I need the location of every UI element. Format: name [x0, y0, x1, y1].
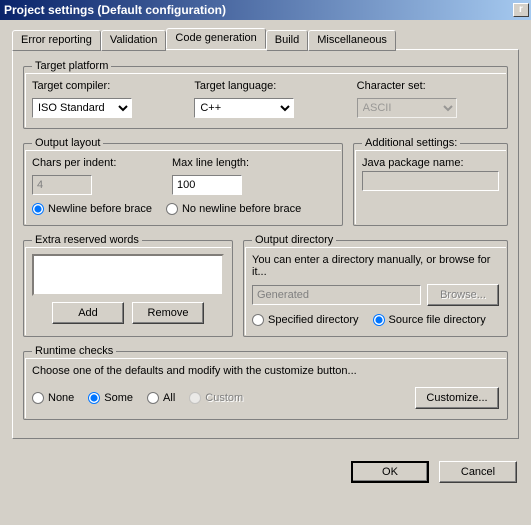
max-line-length-label: Max line length:	[172, 157, 334, 169]
runtime-checks-group: Runtime checks Choose one of the default…	[23, 345, 508, 420]
dialog-body: Error reporting Validation Code generati…	[0, 20, 531, 449]
runtime-some-radio[interactable]: Some	[88, 392, 133, 404]
tab-miscellaneous[interactable]: Miscellaneous	[308, 30, 396, 51]
target-language-select[interactable]: C++	[194, 98, 294, 118]
source-file-directory-radio[interactable]: Source file directory	[373, 314, 486, 326]
browse-button: Browse...	[427, 284, 499, 306]
customize-button[interactable]: Customize...	[415, 387, 499, 409]
java-package-input	[362, 171, 499, 191]
extra-reserved-words-legend: Extra reserved words	[32, 234, 142, 246]
output-layout-legend: Output layout	[32, 137, 103, 149]
target-compiler-label: Target compiler:	[32, 80, 174, 92]
tab-build[interactable]: Build	[266, 30, 308, 51]
ok-button[interactable]: OK	[351, 461, 429, 483]
tab-code-generation[interactable]: Code generation	[166, 28, 265, 49]
output-directory-group: Output directory You can enter a directo…	[243, 234, 508, 337]
add-button[interactable]: Add	[52, 302, 124, 324]
chars-per-indent-label: Chars per indent:	[32, 157, 142, 169]
runtime-checks-desc: Choose one of the defaults and modify wi…	[32, 365, 499, 377]
close-button[interactable]: r	[513, 3, 529, 17]
additional-settings-legend: Additional settings:	[362, 137, 460, 149]
cancel-button[interactable]: Cancel	[439, 461, 517, 483]
tab-strip: Error reporting Validation Code generati…	[12, 29, 519, 50]
dialog-footer: OK Cancel	[0, 449, 531, 495]
window-title: Project settings (Default configuration)	[4, 3, 226, 17]
output-directory-hint: You can enter a directory manually, or b…	[252, 254, 499, 278]
runtime-none-radio[interactable]: None	[32, 392, 74, 404]
java-package-label: Java package name:	[362, 157, 499, 169]
character-set-select: ASCII	[357, 98, 457, 118]
remove-button[interactable]: Remove	[132, 302, 204, 324]
extra-words-listbox[interactable]	[32, 254, 224, 296]
tab-error-reporting[interactable]: Error reporting	[12, 30, 101, 51]
tab-validation[interactable]: Validation	[101, 30, 167, 51]
output-directory-legend: Output directory	[252, 234, 336, 246]
runtime-checks-legend: Runtime checks	[32, 345, 116, 357]
tab-panel: Target platform Target compiler: ISO Sta…	[12, 49, 519, 439]
output-directory-input	[252, 285, 421, 305]
runtime-custom-radio: Custom	[189, 392, 243, 404]
no-newline-before-brace-radio[interactable]: No newline before brace	[166, 203, 301, 215]
additional-settings-group: Additional settings: Java package name:	[353, 137, 508, 226]
target-platform-group: Target platform Target compiler: ISO Sta…	[23, 60, 508, 129]
runtime-all-radio[interactable]: All	[147, 392, 175, 404]
newline-before-brace-radio[interactable]: Newline before brace	[32, 203, 152, 215]
target-compiler-select[interactable]: ISO Standard	[32, 98, 132, 118]
max-line-length-input[interactable]	[172, 175, 242, 195]
target-platform-legend: Target platform	[32, 60, 111, 72]
specified-directory-radio[interactable]: Specified directory	[252, 314, 359, 326]
chars-per-indent-input[interactable]	[32, 175, 92, 195]
title-bar: Project settings (Default configuration)…	[0, 0, 531, 20]
output-layout-group: Output layout Chars per indent: Max line…	[23, 137, 343, 226]
character-set-label: Character set:	[357, 80, 499, 92]
extra-reserved-words-group: Extra reserved words Add Remove	[23, 234, 233, 337]
target-language-label: Target language:	[194, 80, 336, 92]
